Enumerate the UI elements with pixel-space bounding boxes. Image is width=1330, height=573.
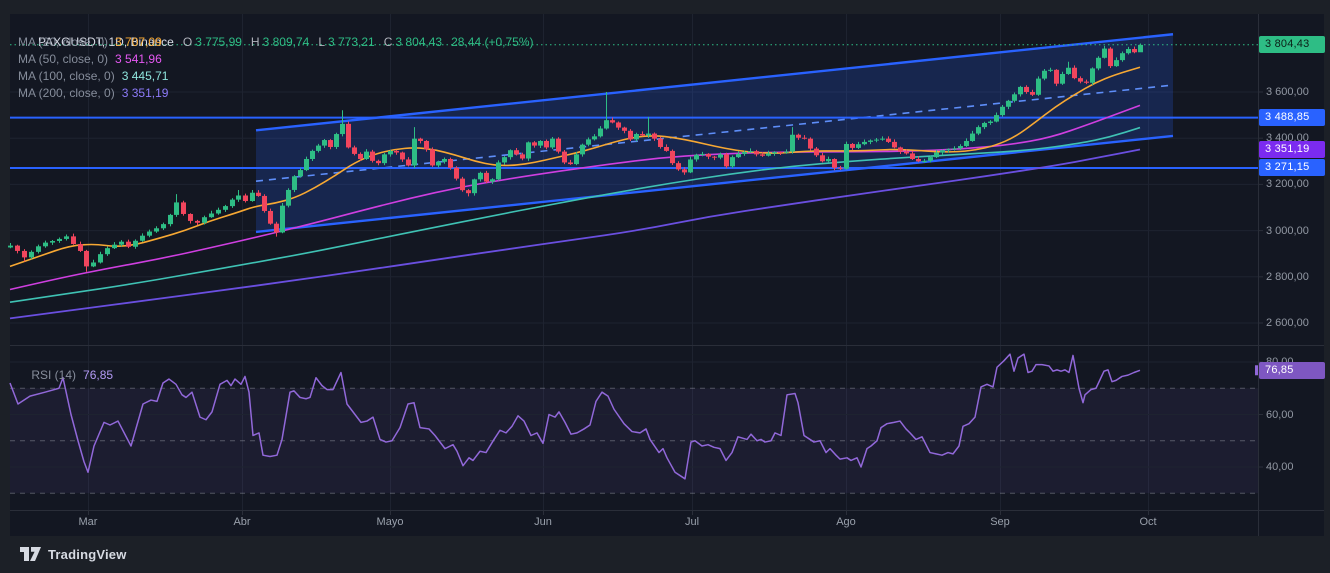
candle xyxy=(670,149,675,166)
candle xyxy=(262,194,267,213)
candle xyxy=(292,175,297,193)
candle xyxy=(1036,76,1041,96)
tradingview-logo-icon[interactable] xyxy=(20,547,41,562)
candle xyxy=(496,160,501,181)
candle xyxy=(454,166,459,181)
ma-legend-value: 3 707,09 xyxy=(115,35,162,49)
candle xyxy=(1054,69,1059,87)
symbol-legend: PAXGUSDT, 1D, Binance O 3 775,99 H 3 809,74 L… xyxy=(18,17,534,102)
candle xyxy=(286,188,291,208)
time-axis-label-mar: Mar xyxy=(78,516,98,528)
ma-legend-value: 3 445,71 xyxy=(121,69,169,83)
rsi-value: 76,85 xyxy=(83,368,114,382)
candle xyxy=(730,155,735,169)
footer-bar: TradingView xyxy=(0,536,1330,573)
candle xyxy=(430,147,435,167)
candle xyxy=(1108,47,1113,69)
candle xyxy=(628,129,633,141)
close-label: C xyxy=(383,35,393,49)
candle xyxy=(844,141,849,170)
ma-legend-label: MA (50, close, 0) xyxy=(18,52,109,66)
time-axis-label-mayo: Mayo xyxy=(376,516,404,528)
candle xyxy=(268,208,273,225)
high-value: 3 809,74 xyxy=(262,35,310,49)
ma-legend-value: 3 541,96 xyxy=(115,52,162,66)
symbol-title-row[interactable]: PAXGUSDT, 1D, Binance O 3 775,99 H 3 809,74 L… xyxy=(18,17,533,49)
time-axis-label-jul: Jul xyxy=(684,516,700,528)
candle xyxy=(526,141,531,161)
change-value: 28,44 (+0,75%) xyxy=(451,35,534,49)
price-axis-label: 2 800,00 xyxy=(1266,270,1309,283)
time-axis-label-sep: Sep xyxy=(990,516,1010,528)
rsi-axis-label: 40,00 xyxy=(1266,461,1294,473)
ma-legend-label: MA (20, close, 0) xyxy=(18,35,109,49)
candle xyxy=(472,178,477,196)
candle xyxy=(280,203,285,234)
tradingview-brand-text[interactable]: TradingView xyxy=(48,547,127,562)
candle xyxy=(1090,67,1095,85)
time-axis-label-ago: Ago xyxy=(836,516,856,528)
candle xyxy=(556,137,561,154)
close-value: 3 804,43 xyxy=(395,35,443,49)
ma-legend-row-4[interactable]: MA (200, close, 0) 3 351,19 xyxy=(18,85,534,102)
low-label: L xyxy=(318,35,325,49)
candle xyxy=(370,149,375,163)
price-axis-label: 3 000,00 xyxy=(1266,224,1309,237)
candle xyxy=(724,152,729,169)
price-axis-label: 2 600,00 xyxy=(1266,317,1309,329)
time-axis-label-abr: Abr xyxy=(233,516,251,528)
candle xyxy=(460,176,465,192)
candle xyxy=(550,136,555,150)
candle xyxy=(562,149,567,165)
rsi-last-value-marker xyxy=(1255,365,1258,376)
open-label: O xyxy=(182,35,193,49)
candle xyxy=(346,121,351,149)
time-axis-label-jun: Jun xyxy=(534,516,552,528)
candle xyxy=(658,136,663,149)
price-axis-label: 3 200,00 xyxy=(1266,178,1309,191)
rsi-value-badge: 76,85 xyxy=(1259,361,1325,379)
high-label: H xyxy=(250,35,260,49)
open-value: 3 775,99 xyxy=(195,35,242,49)
price-axis-label: 3 600,00 xyxy=(1266,86,1309,98)
low-value: 3 773,21 xyxy=(328,35,375,49)
price-badge-327115: 3 271,15 xyxy=(1259,159,1325,177)
rsi-label: RSI (14) xyxy=(31,368,77,382)
candle xyxy=(1096,56,1101,71)
ma-legend-label: MA (200, close, 0) xyxy=(18,86,115,100)
time-axis-label-oct: Oct xyxy=(1139,516,1157,528)
ma-legend-value: 3 351,19 xyxy=(121,86,169,100)
price-badge-380443: 3 804,43 xyxy=(1259,36,1325,54)
candle xyxy=(181,200,186,216)
ma-legend-row-2[interactable]: MA (50, close, 0) 3 541,96 xyxy=(18,51,534,68)
ma-legend-row-3[interactable]: MA (100, close, 0) 3 445,71 xyxy=(18,68,534,85)
ma-legend-label: MA (100, close, 0) xyxy=(18,69,115,83)
tradingview-chart-widget: PAXGUSDT, 1D, Binance O 3 775,99 H 3 809,74 L… xyxy=(0,0,1330,573)
rsi-axis-label: 60,00 xyxy=(1266,408,1294,421)
rsi-legend-row[interactable]: RSI (14) 76,85 xyxy=(18,351,113,399)
candle xyxy=(334,132,339,149)
price-badge-335119: 3 351,19 xyxy=(1259,140,1325,158)
price-badge-348885: 3 488,85 xyxy=(1259,109,1325,127)
